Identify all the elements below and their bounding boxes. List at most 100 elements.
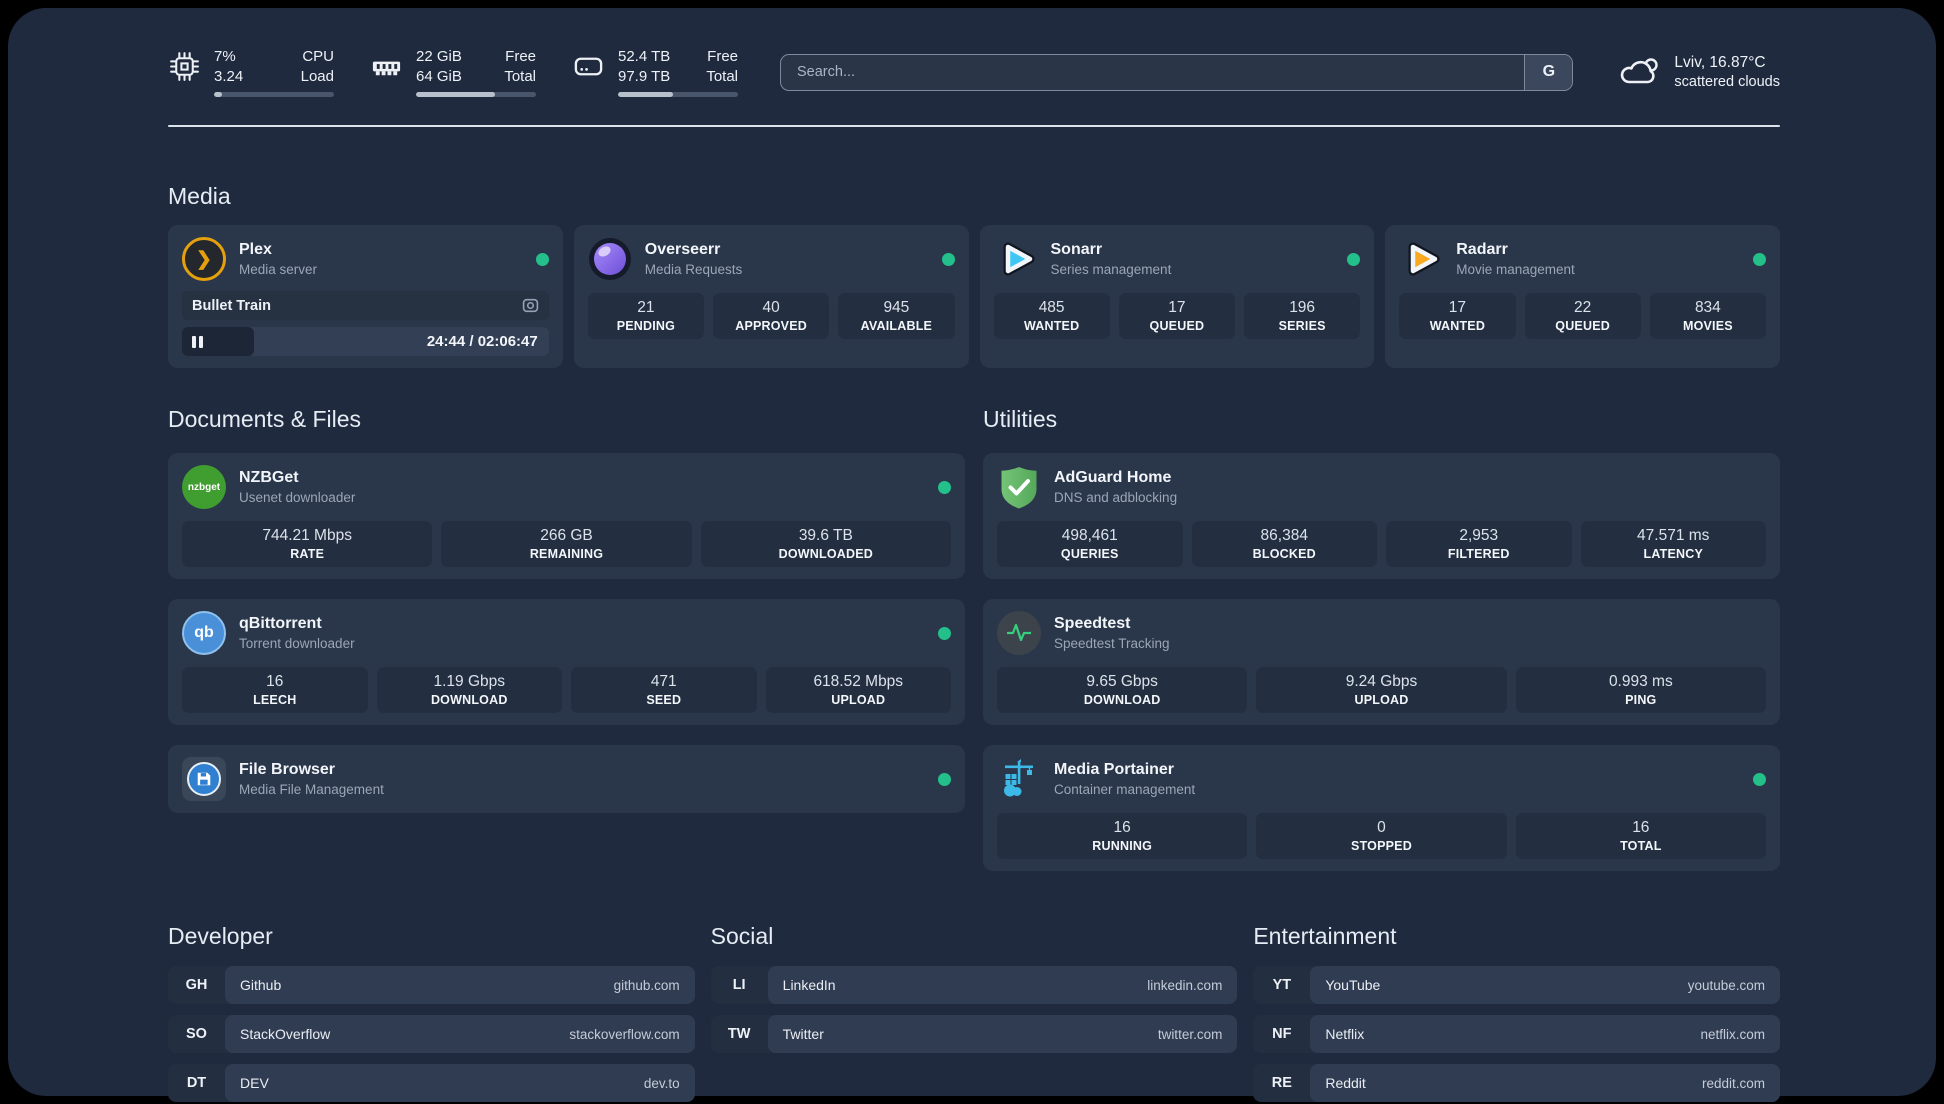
- link-reddit[interactable]: RE Reddit reddit.com: [1253, 1064, 1780, 1102]
- status-dot: [938, 772, 951, 786]
- sonarr-card[interactable]: Sonarr Series management 485 WANTED 17 Q…: [979, 225, 1375, 368]
- media-grid: ❯ Plex Media server Bullet Train 24:44 /…: [168, 225, 1780, 368]
- link-abbr: GH: [185, 977, 208, 993]
- cpu-label: CPU: [302, 48, 334, 65]
- filebrowser-card[interactable]: File Browser Media File Management: [168, 745, 965, 813]
- link-stackoverflow[interactable]: SO StackOverflow stackoverflow.com: [168, 1015, 695, 1053]
- link-url: dev.to: [643, 1075, 680, 1091]
- link-github[interactable]: GH Github github.com: [168, 966, 695, 1004]
- section-title-social: Social: [710, 923, 774, 949]
- overseerr-card[interactable]: Overseerr Media Requests 21 PENDING 40 A…: [573, 225, 969, 368]
- weather-widget[interactable]: Lviv, 16.87°C scattered clouds: [1615, 53, 1780, 91]
- link-abbr: DT: [186, 1075, 207, 1091]
- filebrowser-icon: [182, 757, 226, 801]
- plex-icon: ❯: [182, 237, 226, 281]
- app-subtitle: Media File Management: [239, 782, 384, 797]
- playback-progress-bar[interactable]: 24:44 / 02:06:47: [182, 327, 549, 356]
- stat-downloaded: 39.6 TB DOWNLOADED: [700, 521, 951, 567]
- cloud-icon: [1615, 53, 1661, 91]
- pause-icon[interactable]: [192, 335, 203, 348]
- disk-free-label: Free: [707, 48, 738, 65]
- stat-seed: 471 SEED: [571, 667, 757, 713]
- app-name: Speedtest: [1054, 615, 1131, 632]
- adguard-icon: [997, 465, 1041, 509]
- app-subtitle: Media server: [239, 262, 318, 277]
- link-name: DEV: [240, 1075, 269, 1091]
- app-name: Plex: [239, 241, 272, 258]
- now-playing-title: Bullet Train: [192, 297, 271, 314]
- app-subtitle: Usenet downloader: [239, 490, 356, 505]
- stat-wanted: 485 WANTED: [993, 293, 1110, 339]
- radarr-icon: [1399, 237, 1443, 281]
- now-playing-row: Bullet Train: [182, 291, 549, 320]
- link-dev[interactable]: DT DEV dev.to: [168, 1064, 695, 1102]
- search-engine-button[interactable]: G: [1524, 54, 1573, 90]
- link-twitter[interactable]: TW Twitter twitter.com: [710, 1015, 1238, 1053]
- qbittorrent-card[interactable]: qb qBittorrent Torrent downloader 16 LEE…: [168, 599, 965, 725]
- link-url: netflix.com: [1700, 1026, 1765, 1042]
- portainer-card[interactable]: Media Portainer Container management 16 …: [983, 745, 1780, 871]
- weather-condition: scattered clouds: [1674, 74, 1780, 90]
- search-input[interactable]: [781, 54, 1525, 90]
- stat-remaining: 266 GB REMAINING: [441, 521, 692, 567]
- disk-icon: [572, 50, 605, 83]
- app-name: File Browser: [239, 761, 336, 778]
- stat-leech: 16 LEECH: [182, 667, 368, 713]
- system-stats: 7% 3.24 CPU Load 22 GiB 64 GiB Free Tota…: [168, 47, 738, 97]
- stat-available: 945 AVAILABLE: [838, 293, 955, 339]
- stat-upload: 9.24 Gbps UPLOAD: [1256, 667, 1507, 713]
- stat-ping: 0.993 ms PING: [1515, 667, 1766, 713]
- disk-total: 97.9 TB: [618, 67, 671, 85]
- link-abbr: SO: [186, 1026, 207, 1042]
- section-title-media: Media: [168, 183, 231, 209]
- app-name: Media Portainer: [1054, 761, 1175, 778]
- ram-free: 22 GiB: [416, 48, 462, 65]
- status-dot: [938, 626, 951, 640]
- status-dot: [1753, 772, 1766, 786]
- dashboard-panel: 7% 3.24 CPU Load 22 GiB 64 GiB Free Tota…: [8, 8, 1936, 1102]
- link-name: Netflix: [1325, 1026, 1365, 1042]
- app-subtitle: DNS and adblocking: [1054, 490, 1178, 505]
- cpu-load: 3.24: [214, 67, 244, 85]
- link-abbr: LI: [732, 977, 746, 993]
- link-abbr: TW: [727, 1026, 751, 1042]
- adguard-card[interactable]: AdGuard Home DNS and adblocking 498,461 …: [983, 453, 1780, 579]
- app-subtitle: Torrent downloader: [239, 636, 355, 651]
- app-subtitle: Movie management: [1456, 262, 1575, 277]
- link-youtube[interactable]: YT YouTube youtube.com: [1253, 966, 1780, 1004]
- portainer-icon: [997, 757, 1041, 801]
- stat-rate: 744.21 Mbps RATE: [182, 521, 433, 567]
- memory-progress-bar: [416, 92, 536, 97]
- documents-column: Documents & Files nzbget NZBGet Usenet d…: [168, 406, 965, 871]
- radarr-card[interactable]: Radarr Movie management 17 WANTED 22 QUE…: [1385, 225, 1780, 368]
- ram-total-label: Total: [504, 67, 536, 85]
- section-title-developer: Developer: [168, 923, 273, 949]
- speedtest-card[interactable]: Speedtest Speedtest Tracking 9.65 Gbps D…: [983, 599, 1780, 725]
- top-bar: 7% 3.24 CPU Load 22 GiB 64 GiB Free Tota…: [168, 44, 1780, 100]
- status-dot: [938, 480, 951, 494]
- header-divider: [168, 125, 1780, 127]
- app-name: Overseerr: [644, 241, 721, 258]
- plex-card[interactable]: ❯ Plex Media server Bullet Train 24:44 /…: [168, 225, 563, 368]
- link-name: Reddit: [1325, 1075, 1366, 1091]
- nzbget-card[interactable]: nzbget NZBGet Usenet downloader 744.21 M…: [168, 453, 965, 579]
- link-url: twitter.com: [1157, 1026, 1223, 1042]
- cpu-stat: 7% 3.24 CPU Load: [168, 47, 334, 97]
- stat-series: 196 SERIES: [1244, 293, 1361, 339]
- disk-total-label: Total: [706, 67, 738, 85]
- social-section: Social LI LinkedIn linkedin.com TW Twitt…: [710, 923, 1238, 1102]
- disk-progress-bar: [618, 92, 738, 97]
- disk-free: 52.4 TB: [618, 48, 671, 65]
- developer-section: Developer GH Github github.com SO StackO…: [168, 923, 695, 1102]
- cpu-icon: [168, 50, 201, 83]
- stat-queued: 22 QUEUED: [1524, 293, 1641, 339]
- link-linkedin[interactable]: LI LinkedIn linkedin.com: [710, 966, 1238, 1004]
- camera-icon[interactable]: [522, 297, 539, 314]
- link-name: Twitter: [782, 1026, 824, 1042]
- link-netflix[interactable]: NF Netflix netflix.com: [1253, 1015, 1780, 1053]
- app-name: NZBGet: [239, 469, 299, 486]
- status-dot: [1347, 252, 1361, 266]
- stat-filtered: 2,953 FILTERED: [1386, 521, 1572, 567]
- stat-movies: 834 MOVIES: [1649, 293, 1766, 339]
- entertainment-section: Entertainment YT YouTube youtube.com NF …: [1253, 923, 1780, 1102]
